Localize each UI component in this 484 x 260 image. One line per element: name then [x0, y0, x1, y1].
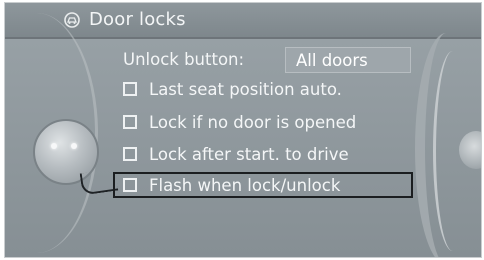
unlock-button-dropdown[interactable]: All doors [285, 47, 411, 73]
option-lock-if-no-door-opened[interactable]: Lock if no door is opened [123, 113, 356, 139]
display-screen: Door locks Unlock button: All doors Last… [4, 2, 482, 258]
checkbox[interactable] [123, 115, 137, 129]
knob-dot [71, 143, 77, 149]
car-door-icon [64, 12, 80, 28]
option-label: Flash when lock/unlock [149, 176, 341, 195]
knob-dot [51, 143, 57, 149]
checkbox[interactable] [123, 147, 137, 161]
title-bar: Door locks [5, 3, 481, 39]
option-lock-after-start[interactable]: Lock after start. to drive [123, 145, 349, 171]
checkbox[interactable] [123, 82, 137, 96]
page-title: Door locks [89, 9, 186, 30]
option-label: Lock after start. to drive [149, 145, 349, 164]
unlock-button-label: Unlock button: [123, 50, 245, 69]
checkbox[interactable] [123, 178, 137, 192]
option-label: Last seat position auto. [149, 80, 342, 99]
option-last-seat-position[interactable]: Last seat position auto. [123, 80, 342, 106]
option-flash-when-lock-unlock[interactable]: Flash when lock/unlock [123, 176, 340, 202]
option-label: Lock if no door is opened [149, 113, 357, 132]
